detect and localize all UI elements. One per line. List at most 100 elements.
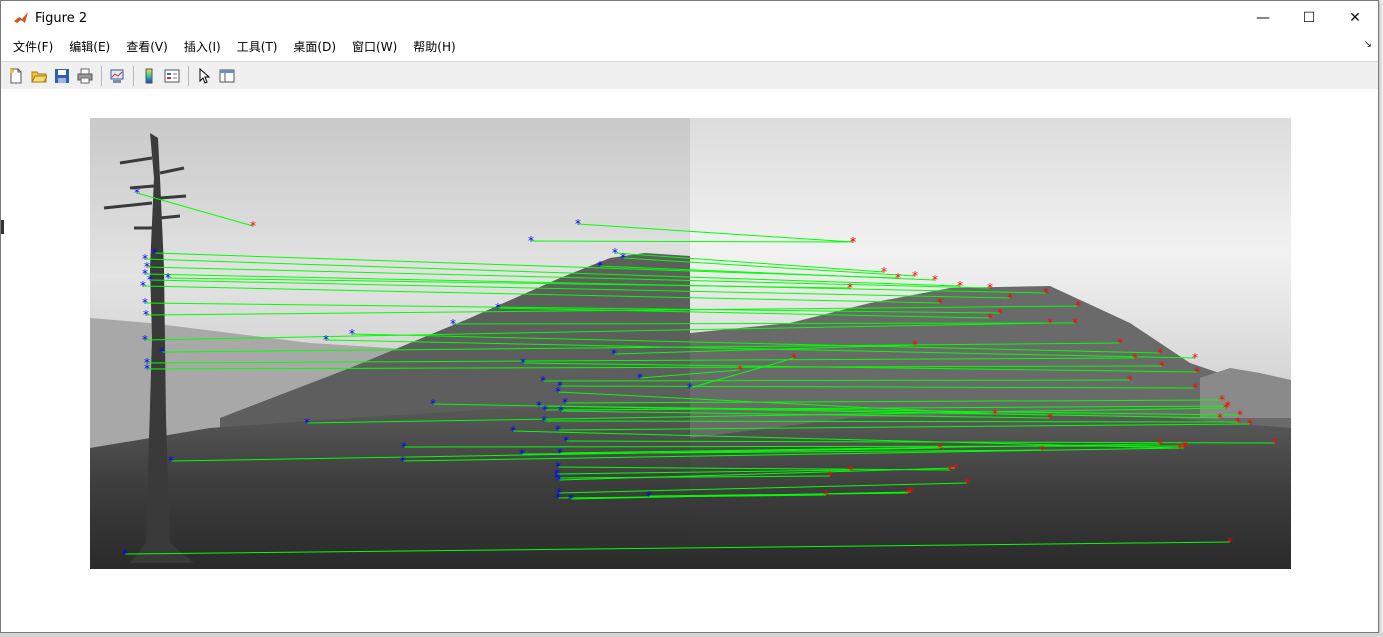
left-keypoint-marker: * — [555, 423, 561, 437]
dock-figure-icon[interactable]: ↘ — [1364, 39, 1372, 50]
right-keypoint-marker: * — [1194, 365, 1200, 379]
window-controls: — ☐ ✕ — [1240, 1, 1378, 35]
matched-features-image[interactable]: * * * * * * * * * * * * * * * * * * * * * * * * * * * * * * * * * * * * * * * *… — [90, 118, 1291, 569]
menu-view[interactable]: 查看(V) — [118, 35, 176, 59]
left-keypoint-marker: * — [528, 234, 534, 248]
left-keypoint-marker: * — [611, 347, 617, 361]
toolbar-separator — [101, 65, 102, 86]
legend-icon[interactable] — [161, 65, 183, 87]
left-frame — [90, 118, 690, 569]
left-keypoint-marker: * — [122, 547, 128, 561]
menu-file[interactable]: 文件(F) — [5, 35, 61, 59]
left-keypoint-marker: * — [520, 356, 526, 370]
menu-window[interactable]: 窗口(W) — [344, 35, 405, 59]
pointer-icon[interactable] — [193, 65, 215, 87]
right-keypoint-marker: * — [932, 273, 938, 287]
left-keypoint-marker: * — [159, 345, 165, 359]
right-keypoint-marker: * — [827, 469, 833, 483]
left-keypoint-marker: * — [400, 454, 406, 468]
right-keypoint-marker: * — [1043, 286, 1049, 300]
right-keypoint-marker: * — [1159, 359, 1165, 373]
print-icon[interactable] — [74, 65, 96, 87]
new-figure-icon[interactable] — [5, 65, 27, 87]
figure-toolbar — [1, 61, 1378, 90]
right-keypoint-marker: * — [937, 441, 943, 455]
right-keypoint-marker: * — [1117, 336, 1123, 350]
right-keypoint-marker: * — [1127, 373, 1133, 387]
save-icon[interactable] — [51, 65, 73, 87]
right-keypoint-marker: * — [1227, 535, 1233, 549]
left-keypoint-marker: * — [557, 446, 563, 460]
left-keypoint-marker: * — [612, 246, 618, 260]
maximize-button[interactable]: ☐ — [1286, 1, 1332, 35]
open-file-icon[interactable] — [28, 65, 50, 87]
right-keypoint-marker: * — [997, 306, 1003, 320]
right-keypoint-marker: * — [737, 363, 743, 377]
right-keypoint-marker: * — [964, 476, 970, 490]
right-keypoint-marker: * — [1247, 417, 1253, 431]
left-keypoint-marker: * — [140, 279, 146, 293]
left-keypoint-marker: * — [540, 374, 546, 388]
right-keypoint-marker: * — [1072, 316, 1078, 330]
left-keypoint-marker: * — [646, 489, 652, 503]
left-keypoint-marker: * — [430, 397, 436, 411]
left-keypoint-marker: * — [555, 385, 561, 399]
right-keypoint-marker: * — [912, 269, 918, 283]
menu-desktop[interactable]: 桌面(D) — [285, 35, 344, 59]
right-keypoint-marker: * — [1223, 401, 1229, 415]
right-keypoint-marker: * — [987, 281, 993, 295]
right-keypoint-marker: * — [895, 271, 901, 285]
menu-bar: 文件(F) 编辑(E) 查看(V) 插入(I) 工具(T) 桌面(D) 窗口(W… — [1, 35, 1378, 59]
window-edge-mark — [1, 220, 4, 234]
left-keypoint-marker: * — [563, 434, 569, 448]
property-editor-icon[interactable] — [216, 65, 238, 87]
menu-insert[interactable]: 插入(I) — [176, 35, 229, 59]
title-bar[interactable]: Figure 2 — ☐ ✕ — [1, 1, 1378, 35]
left-keypoint-marker: * — [541, 414, 547, 428]
right-keypoint-marker: * — [957, 279, 963, 293]
left-keypoint-marker: * — [597, 259, 603, 273]
left-keypoint-marker: * — [519, 447, 525, 461]
left-keypoint-marker: * — [168, 454, 174, 468]
left-keypoint-marker: * — [142, 333, 148, 347]
right-keypoint-marker: * — [847, 281, 853, 295]
right-keypoint-marker: * — [937, 296, 943, 310]
right-keypoint-marker: * — [791, 351, 797, 365]
close-button[interactable]: ✕ — [1332, 1, 1378, 35]
menu-tools[interactable]: 工具(T) — [229, 35, 286, 59]
left-keypoint-marker: * — [165, 271, 171, 285]
left-keypoint-marker: * — [349, 327, 355, 341]
right-keypoint-marker: * — [1157, 346, 1163, 360]
link-plot-icon[interactable] — [106, 65, 128, 87]
right-frame — [690, 118, 1291, 569]
right-keypoint-marker: * — [1039, 443, 1045, 457]
colorbar-icon[interactable] — [138, 65, 160, 87]
left-keypoint-marker: * — [152, 246, 158, 260]
right-keypoint-marker: * — [912, 338, 918, 352]
right-keypoint-marker: * — [250, 219, 256, 233]
right-keypoint-marker: * — [1272, 436, 1278, 450]
left-keypoint-marker: * — [558, 404, 564, 418]
right-keypoint-marker: * — [1217, 411, 1223, 425]
left-keypoint-marker: * — [536, 399, 542, 413]
menu-edit[interactable]: 编辑(E) — [61, 35, 118, 59]
right-keypoint-marker: * — [1181, 441, 1187, 455]
right-keypoint-marker: * — [1047, 411, 1053, 425]
left-keypoint-marker: * — [144, 362, 150, 376]
right-keypoint-marker: * — [847, 463, 853, 477]
left-keypoint-marker: * — [510, 424, 516, 438]
taskbar-edge — [0, 633, 1383, 637]
left-keypoint-marker: * — [495, 301, 501, 315]
left-keypoint-marker: * — [620, 251, 626, 265]
figure-canvas: * * * * * * * * * * * * * * * * * * * * * * * * * * * * * * * * * * * * * * * *… — [1, 89, 1378, 632]
matlab-logo-icon — [14, 12, 28, 23]
right-keypoint-marker: * — [823, 488, 829, 502]
left-keypoint-marker: * — [134, 186, 140, 200]
menu-help[interactable]: 帮助(H) — [405, 35, 463, 59]
minimize-button[interactable]: — — [1240, 1, 1286, 35]
right-keypoint-marker: * — [1075, 299, 1081, 313]
window-title: Figure 2 — [35, 10, 88, 26]
right-keypoint-marker: * — [905, 486, 911, 500]
left-keypoint-marker: * — [147, 273, 153, 287]
right-keypoint-marker: * — [992, 407, 998, 421]
